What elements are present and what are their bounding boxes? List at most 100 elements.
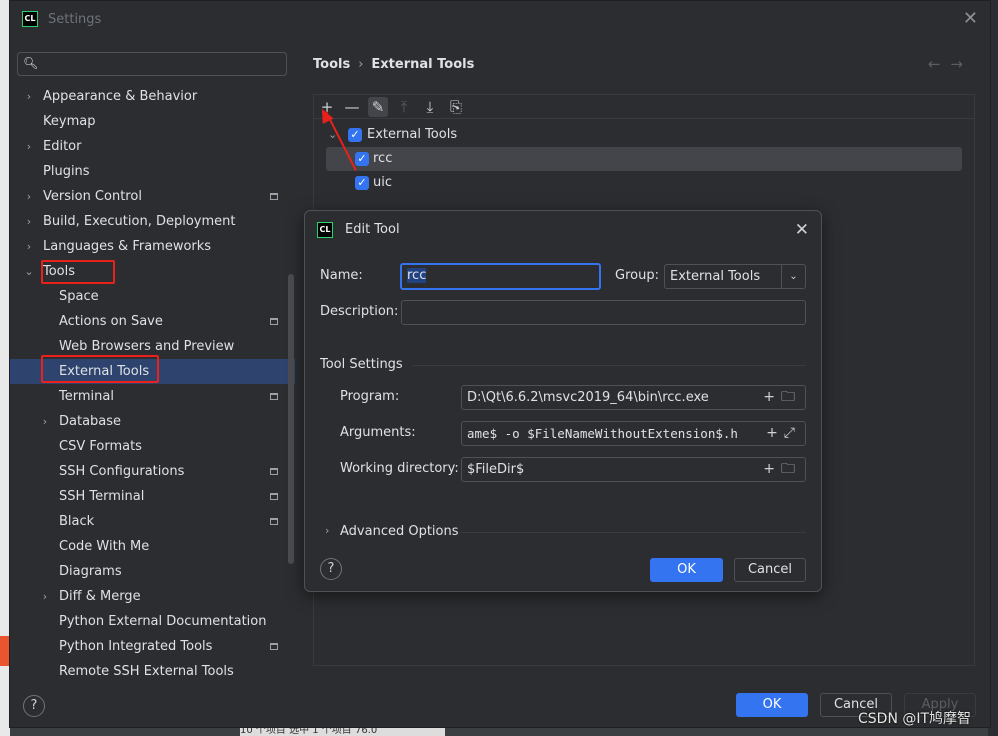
sidebar-item[interactable]: › Database [10, 409, 295, 434]
workdir-field[interactable]: $FileDir$ +🗀 [461, 457, 806, 482]
sidebar-item-label: Terminal [59, 389, 114, 404]
insert-macro-icon[interactable]: + [766, 425, 784, 441]
chevron-down-icon[interactable]: ⌄ [23, 259, 35, 284]
arguments-field[interactable]: ame$ -o $FileNameWithoutExtension$.h +⤢ [461, 421, 806, 446]
sidebar-item[interactable]: Diagrams [10, 559, 295, 584]
group-combo[interactable]: External Tools ⌄ [664, 264, 806, 289]
chevron-right-icon[interactable]: › [23, 209, 35, 234]
search-input[interactable]: 🔍︎ [17, 52, 287, 76]
sidebar-item[interactable]: Python External Documentation [10, 609, 295, 634]
move-down-icon[interactable]: ⤓ [420, 97, 440, 117]
sidebar-item-label: Editor [43, 139, 82, 154]
tool-row-rcc[interactable]: ✓ rcc [326, 147, 962, 171]
advanced-options-toggle[interactable]: Advanced Options [340, 524, 459, 539]
dialog-help-button[interactable]: ? [320, 558, 342, 580]
breadcrumb: Tools › External Tools [313, 57, 474, 72]
clion-logo-icon: CL [22, 11, 38, 27]
sidebar-item-label: Web Browsers and Preview [59, 339, 235, 354]
dialog-title: Edit Tool [345, 222, 400, 237]
edit-tool-dialog: CL Edit Tool ✕ Name: rcc Group: External… [304, 210, 822, 592]
copy-icon[interactable]: ⎘ [446, 97, 466, 117]
chevron-right-icon[interactable]: › [23, 184, 35, 209]
sidebar-item[interactable]: External Tools [10, 359, 295, 384]
sidebar-item[interactable]: Remote SSH External Tools [10, 659, 295, 681]
chevron-right-icon[interactable]: › [325, 524, 329, 537]
sidebar-item[interactable]: Black [10, 509, 295, 534]
sidebar-item[interactable]: SSH Terminal [10, 484, 295, 509]
window-title: Settings [48, 12, 102, 27]
expand-icon[interactable]: ⤢ [784, 425, 801, 441]
chevron-down-icon[interactable]: ⌄ [781, 265, 805, 288]
back-arrow-icon[interactable]: ← [928, 55, 951, 73]
workdir-label: Working directory: [340, 461, 459, 476]
sidebar-item-label: External Tools [59, 364, 150, 379]
tool-row-uic[interactable]: ✓ uic [326, 171, 626, 195]
name-field[interactable]: rcc [400, 263, 601, 290]
forward-arrow-icon[interactable]: → [950, 55, 973, 73]
sidebar-item[interactable]: › Languages & Frameworks [10, 234, 295, 259]
sidebar-item[interactable]: › Version Control [10, 184, 295, 209]
chevron-right-icon[interactable]: › [23, 134, 35, 159]
program-field-icons: +🗀 [759, 386, 805, 409]
sidebar-item[interactable]: Actions on Save [10, 309, 295, 334]
sidebar-item[interactable]: Terminal [10, 384, 295, 409]
watermark: CSDN @IT鸠摩智 [858, 711, 972, 727]
group-checkbox[interactable]: ✓ [348, 128, 362, 142]
sidebar-item[interactable]: Code With Me [10, 534, 295, 559]
sidebar-item[interactable]: › Build, Execution, Deployment [10, 209, 295, 234]
chevron-right-icon[interactable]: › [39, 409, 51, 434]
help-button[interactable]: ? [23, 695, 45, 717]
sidebar-item-label: Code With Me [59, 539, 150, 554]
tools-group-row[interactable]: ⌄ ✓ External Tools [328, 123, 628, 147]
edit-icon[interactable]: ✎ [368, 97, 388, 117]
workdir-value: $FileDir$ [467, 462, 525, 477]
sidebar-item-label: Build, Execution, Deployment [43, 214, 236, 229]
sidebar-item[interactable]: ⌄ Tools [10, 259, 295, 284]
description-field[interactable] [401, 300, 806, 325]
uic-checkbox[interactable]: ✓ [355, 176, 369, 190]
program-field[interactable]: D:\Qt\6.6.2\msvc2019_64\bin\rcc.exe +🗀 [461, 385, 806, 410]
dialog-close-icon[interactable]: ✕ [795, 220, 809, 240]
chevron-right-icon[interactable]: › [23, 84, 35, 109]
sidebar-item[interactable]: › Editor [10, 134, 295, 159]
close-icon[interactable]: ✕ [963, 10, 978, 28]
project-level-icon [270, 193, 278, 200]
folder-icon[interactable]: 🗀 [781, 461, 801, 477]
sidebar-item[interactable]: SSH Configurations [10, 459, 295, 484]
tools-group-label: External Tools [367, 127, 458, 142]
ok-button[interactable]: OK [736, 693, 808, 717]
chevron-right-icon[interactable]: › [39, 584, 51, 609]
sidebar-item[interactable]: Plugins [10, 159, 295, 184]
sidebar-item[interactable]: CSV Formats [10, 434, 295, 459]
dialog-cancel-button[interactable]: Cancel [734, 558, 806, 582]
program-label: Program: [340, 389, 400, 404]
sidebar-item[interactable]: Keymap [10, 109, 295, 134]
arguments-value: ame$ -o $FileNameWithoutExtension$.h [467, 426, 738, 441]
sidebar-item[interactable]: Python Integrated Tools [10, 634, 295, 659]
sidebar-item-label: Database [59, 414, 122, 429]
tool-label-uic: uic [373, 175, 392, 190]
sidebar-item-label: Black [59, 514, 95, 529]
move-up-icon[interactable]: ⤒ [394, 97, 414, 117]
sidebar-item[interactable]: Space [10, 284, 295, 309]
dialog-ok-button[interactable]: OK [650, 558, 723, 582]
rcc-checkbox[interactable]: ✓ [355, 152, 369, 166]
insert-macro-icon[interactable]: + [763, 389, 781, 405]
group-value: External Tools [670, 269, 761, 284]
insert-macro-icon[interactable]: + [763, 461, 781, 477]
sidebar-item-label: Keymap [43, 114, 96, 129]
breadcrumb-parent[interactable]: Tools [313, 57, 350, 72]
sidebar-item[interactable]: › Appearance & Behavior [10, 84, 295, 109]
sidebar-item[interactable]: Web Browsers and Preview [10, 334, 295, 359]
folder-icon[interactable]: 🗀 [781, 389, 801, 405]
project-level-icon [270, 468, 278, 475]
settings-sidebar: 🔍︎ › Appearance & Behavior Keymap › Editor Pl… [10, 41, 295, 681]
sidebar-item-label: Space [59, 289, 99, 304]
sidebar-item[interactable]: › Diff & Merge [10, 584, 295, 609]
sidebar-scrollbar[interactable] [288, 274, 294, 564]
title-bar: CL Settings ✕ [10, 1, 990, 41]
chevron-right-icon[interactable]: › [23, 234, 35, 259]
remove-icon[interactable]: — [342, 97, 362, 117]
sidebar-item-label: CSV Formats [59, 439, 142, 454]
sidebar-item-label: Python Integrated Tools [59, 639, 213, 654]
